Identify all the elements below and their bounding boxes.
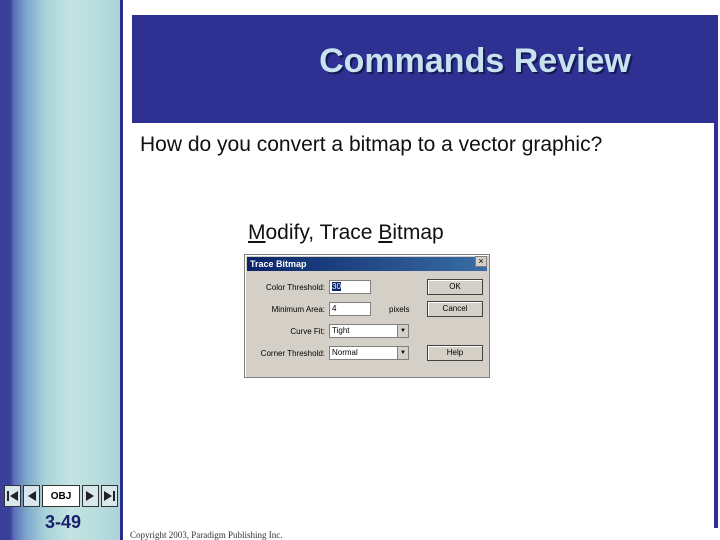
answer-mnemonic-m: M — [248, 221, 266, 244]
slide-navigation: OBJ — [4, 484, 118, 508]
left-edge-line — [120, 0, 123, 540]
minimum-area-input[interactable]: 4 — [329, 302, 371, 316]
first-slide-button[interactable] — [4, 485, 22, 507]
corner-threshold-select[interactable]: Normal ▼ — [329, 346, 409, 360]
last-slide-icon — [104, 491, 116, 501]
curve-fit-label: Curve Fit: — [290, 327, 325, 336]
color-threshold-input[interactable]: 30 — [329, 280, 371, 294]
first-slide-icon — [6, 491, 18, 501]
answer-mnemonic-b: B — [378, 221, 393, 244]
chevron-down-icon: ▼ — [397, 347, 408, 359]
dialog-title: Trace Bitmap — [247, 257, 487, 271]
close-icon[interactable]: × — [475, 256, 487, 267]
left-gradient-panel — [0, 0, 122, 480]
last-slide-button[interactable] — [100, 485, 118, 507]
slide-number: 3-49 — [44, 512, 82, 532]
color-threshold-value: 30 — [332, 282, 341, 291]
previous-slide-icon — [27, 491, 36, 501]
color-threshold-label: Color Threshold: — [266, 283, 325, 292]
trace-bitmap-dialog: Trace Bitmap × Color Threshold: 30 Minim… — [244, 254, 490, 378]
slide-title: Commands Review — [319, 42, 631, 80]
next-slide-button[interactable] — [81, 485, 99, 507]
answer-part-2: itmap — [392, 221, 444, 244]
answer-part-1: odify, Trace — [265, 221, 379, 244]
minimum-area-label: Minimum Area: — [271, 305, 325, 314]
curve-fit-value: Tight — [332, 326, 350, 335]
previous-slide-button[interactable] — [23, 485, 41, 507]
copyright-text: Copyright 2003, Paradigm Publishing Inc. — [130, 530, 283, 540]
next-slide-icon — [86, 491, 95, 501]
curve-fit-select[interactable]: Tight ▼ — [329, 324, 409, 338]
objectives-button[interactable]: OBJ — [42, 485, 80, 507]
answer-text: Modify, Trace Bitmap — [248, 221, 444, 245]
cancel-button[interactable]: Cancel — [427, 301, 483, 317]
chevron-down-icon: ▼ — [397, 325, 408, 337]
corner-threshold-value: Normal — [332, 348, 358, 357]
minimum-area-unit: pixels — [389, 305, 410, 314]
corner-threshold-label: Corner Threshold: — [260, 349, 325, 358]
question-text: How do you convert a bitmap to a vector … — [140, 133, 603, 156]
ok-button[interactable]: OK — [427, 279, 483, 295]
help-button[interactable]: Help — [427, 345, 483, 361]
